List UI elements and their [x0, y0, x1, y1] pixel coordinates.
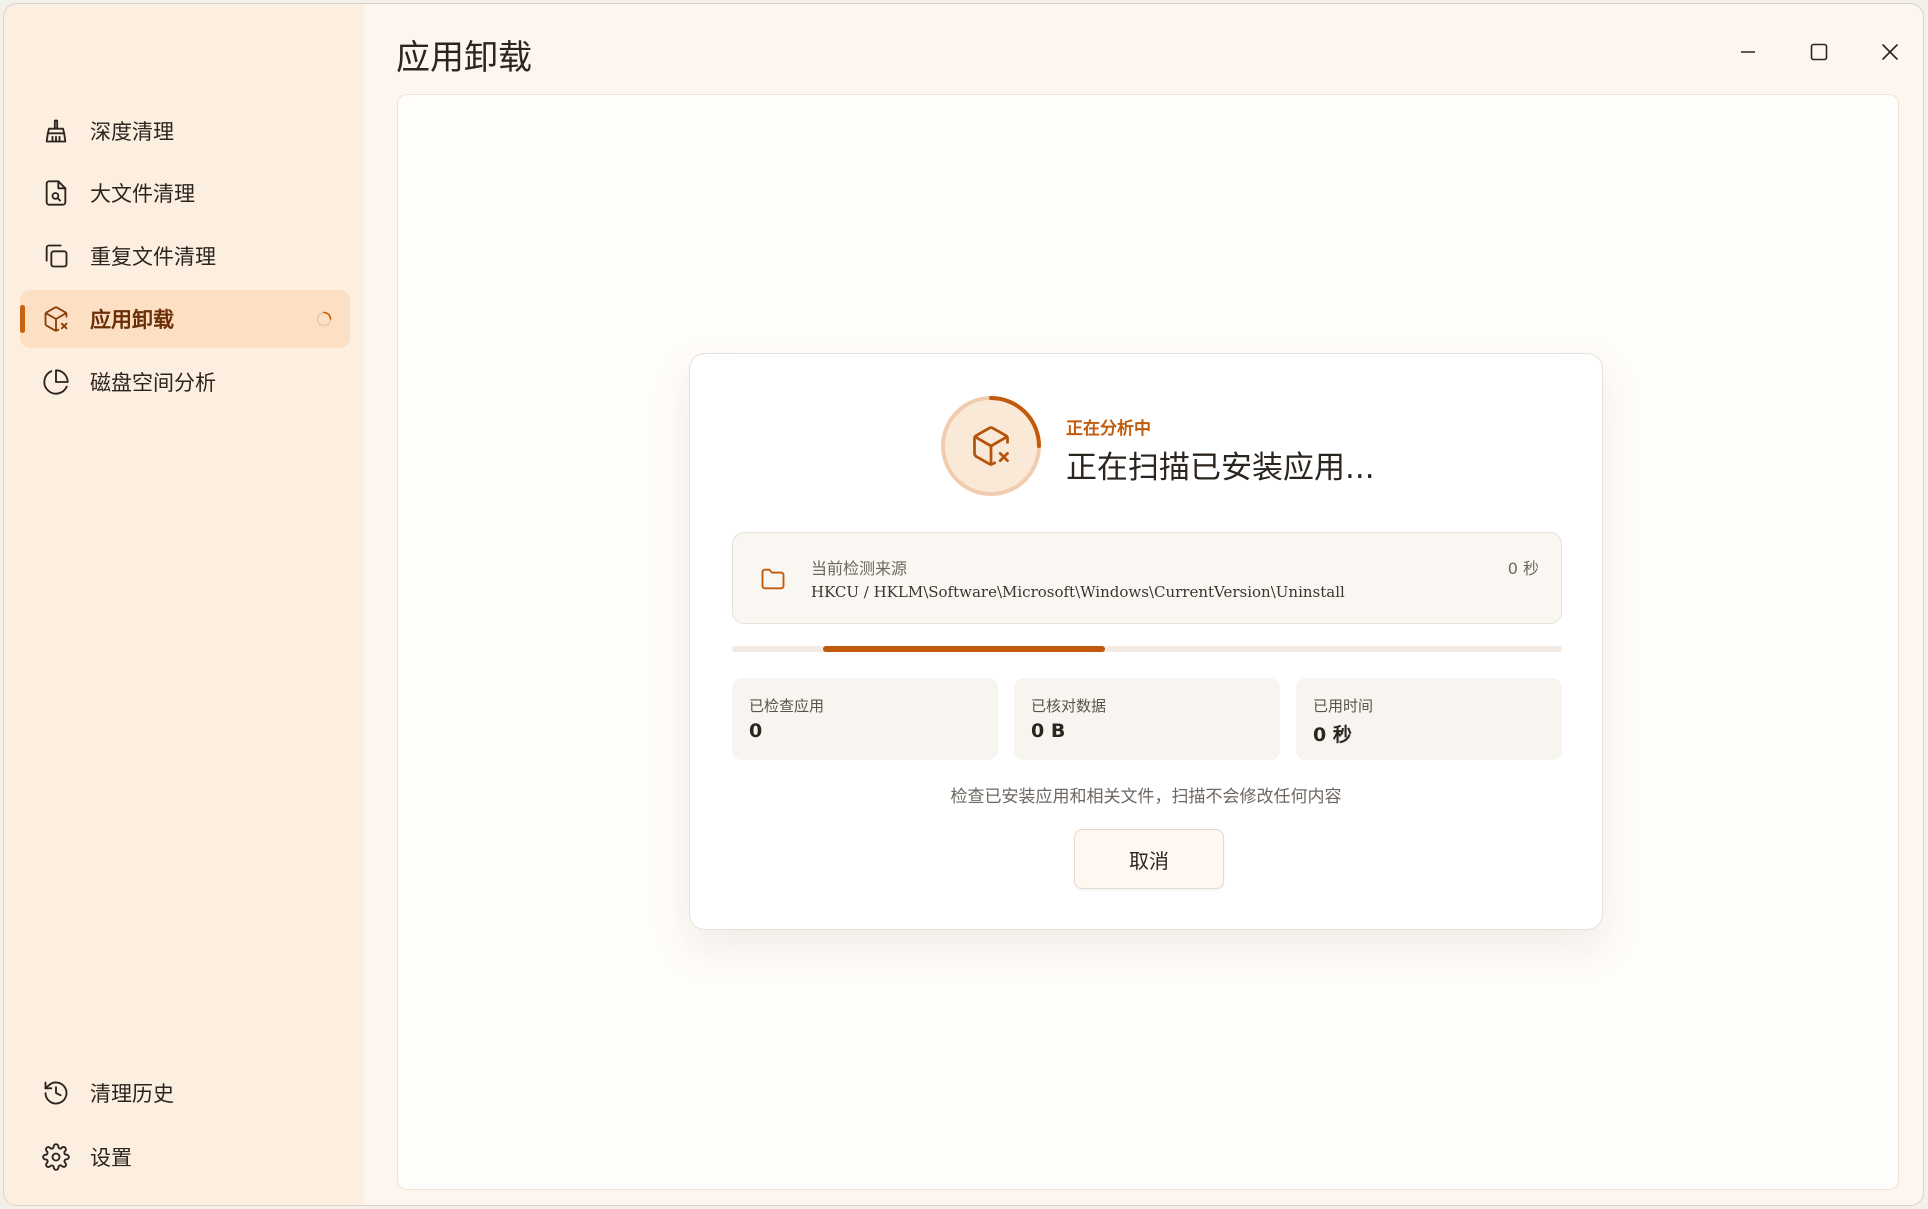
page-title: 应用卸载 — [396, 38, 532, 78]
copy-icon — [42, 242, 70, 270]
progress-bar-fill — [823, 646, 1105, 652]
broom-icon — [42, 117, 70, 145]
stat-value: 0 B — [1031, 720, 1066, 742]
source-elapsed-time: 0 秒 — [1507, 559, 1539, 578]
scan-note: 检查已安装应用和相关文件，扫描不会修改任何内容 — [950, 787, 1342, 807]
sidebar-item-disk-analysis[interactable]: 磁盘空间分析 — [20, 353, 350, 411]
progress-bar — [732, 646, 1562, 652]
status-label: 正在分析中 — [1066, 419, 1151, 439]
sidebar-item-history[interactable]: 清理历史 — [20, 1064, 350, 1122]
stat-elapsed-time: 已用时间 0 秒 — [1296, 678, 1562, 760]
close-button[interactable] — [1870, 34, 1910, 74]
file-search-icon — [42, 179, 70, 207]
stat-label: 已检查应用 — [749, 697, 825, 715]
stat-apps-checked: 已检查应用 0 — [732, 678, 998, 760]
folder-icon — [759, 565, 787, 593]
scan-progress-ring — [939, 394, 1043, 498]
stat-data-verified: 已核对数据 0 B — [1014, 678, 1280, 760]
package-x-icon — [969, 424, 1013, 468]
status-title: 正在扫描已安装应用... — [1066, 450, 1375, 486]
maximize-button[interactable] — [1799, 34, 1839, 74]
sidebar-item-app-uninstall[interactable]: 应用卸载 — [20, 290, 350, 348]
sidebar-item-label: 清理历史 — [90, 1082, 174, 1106]
sidebar-item-label: 设置 — [90, 1146, 132, 1170]
active-indicator — [20, 305, 25, 333]
scan-card: 正在分析中 正在扫描已安装应用... 当前检测来源 HKCU / HKLM\So… — [689, 353, 1603, 930]
sidebar-item-label: 应用卸载 — [90, 308, 174, 332]
sidebar-item-label: 大文件清理 — [90, 182, 195, 206]
loading-spinner-icon — [316, 311, 332, 327]
sidebar-item-label: 重复文件清理 — [90, 245, 216, 269]
source-label: 当前检测来源 — [811, 559, 908, 578]
history-icon — [42, 1079, 70, 1107]
sidebar-item-deep-clean[interactable]: 深度清理 — [20, 102, 350, 160]
gear-icon — [42, 1143, 70, 1171]
source-path: HKCU / HKLM\Software\Microsoft\Windows\C… — [811, 583, 1345, 601]
maximize-icon — [1809, 42, 1829, 66]
pie-chart-icon — [42, 368, 70, 396]
current-source-box: 当前检测来源 HKCU / HKLM\Software\Microsoft\Wi… — [732, 532, 1562, 624]
sidebar-item-large-files[interactable]: 大文件清理 — [20, 164, 350, 222]
close-icon — [1880, 42, 1900, 66]
sidebar-item-settings[interactable]: 设置 — [20, 1128, 350, 1186]
stat-value: 0 — [749, 720, 763, 742]
sidebar-item-duplicate-files[interactable]: 重复文件清理 — [20, 227, 350, 285]
sidebar-item-label: 深度清理 — [90, 120, 174, 144]
stat-label: 已用时间 — [1313, 697, 1374, 715]
app-window: 深度清理 大文件清理 重复文件清理 应用卸载 磁盘空间分析 清理历史 设置 应用… — [3, 3, 1924, 1206]
sidebar-item-label: 磁盘空间分析 — [90, 371, 216, 395]
stat-value: 0 秒 — [1313, 724, 1352, 746]
cancel-button[interactable]: 取消 — [1074, 829, 1224, 889]
sidebar: 深度清理 大文件清理 重复文件清理 应用卸载 磁盘空间分析 清理历史 设置 — [4, 4, 364, 1205]
stat-label: 已核对数据 — [1031, 697, 1107, 715]
minimize-button[interactable] — [1728, 34, 1768, 74]
minimize-icon — [1738, 42, 1758, 66]
package-x-icon — [42, 305, 70, 333]
